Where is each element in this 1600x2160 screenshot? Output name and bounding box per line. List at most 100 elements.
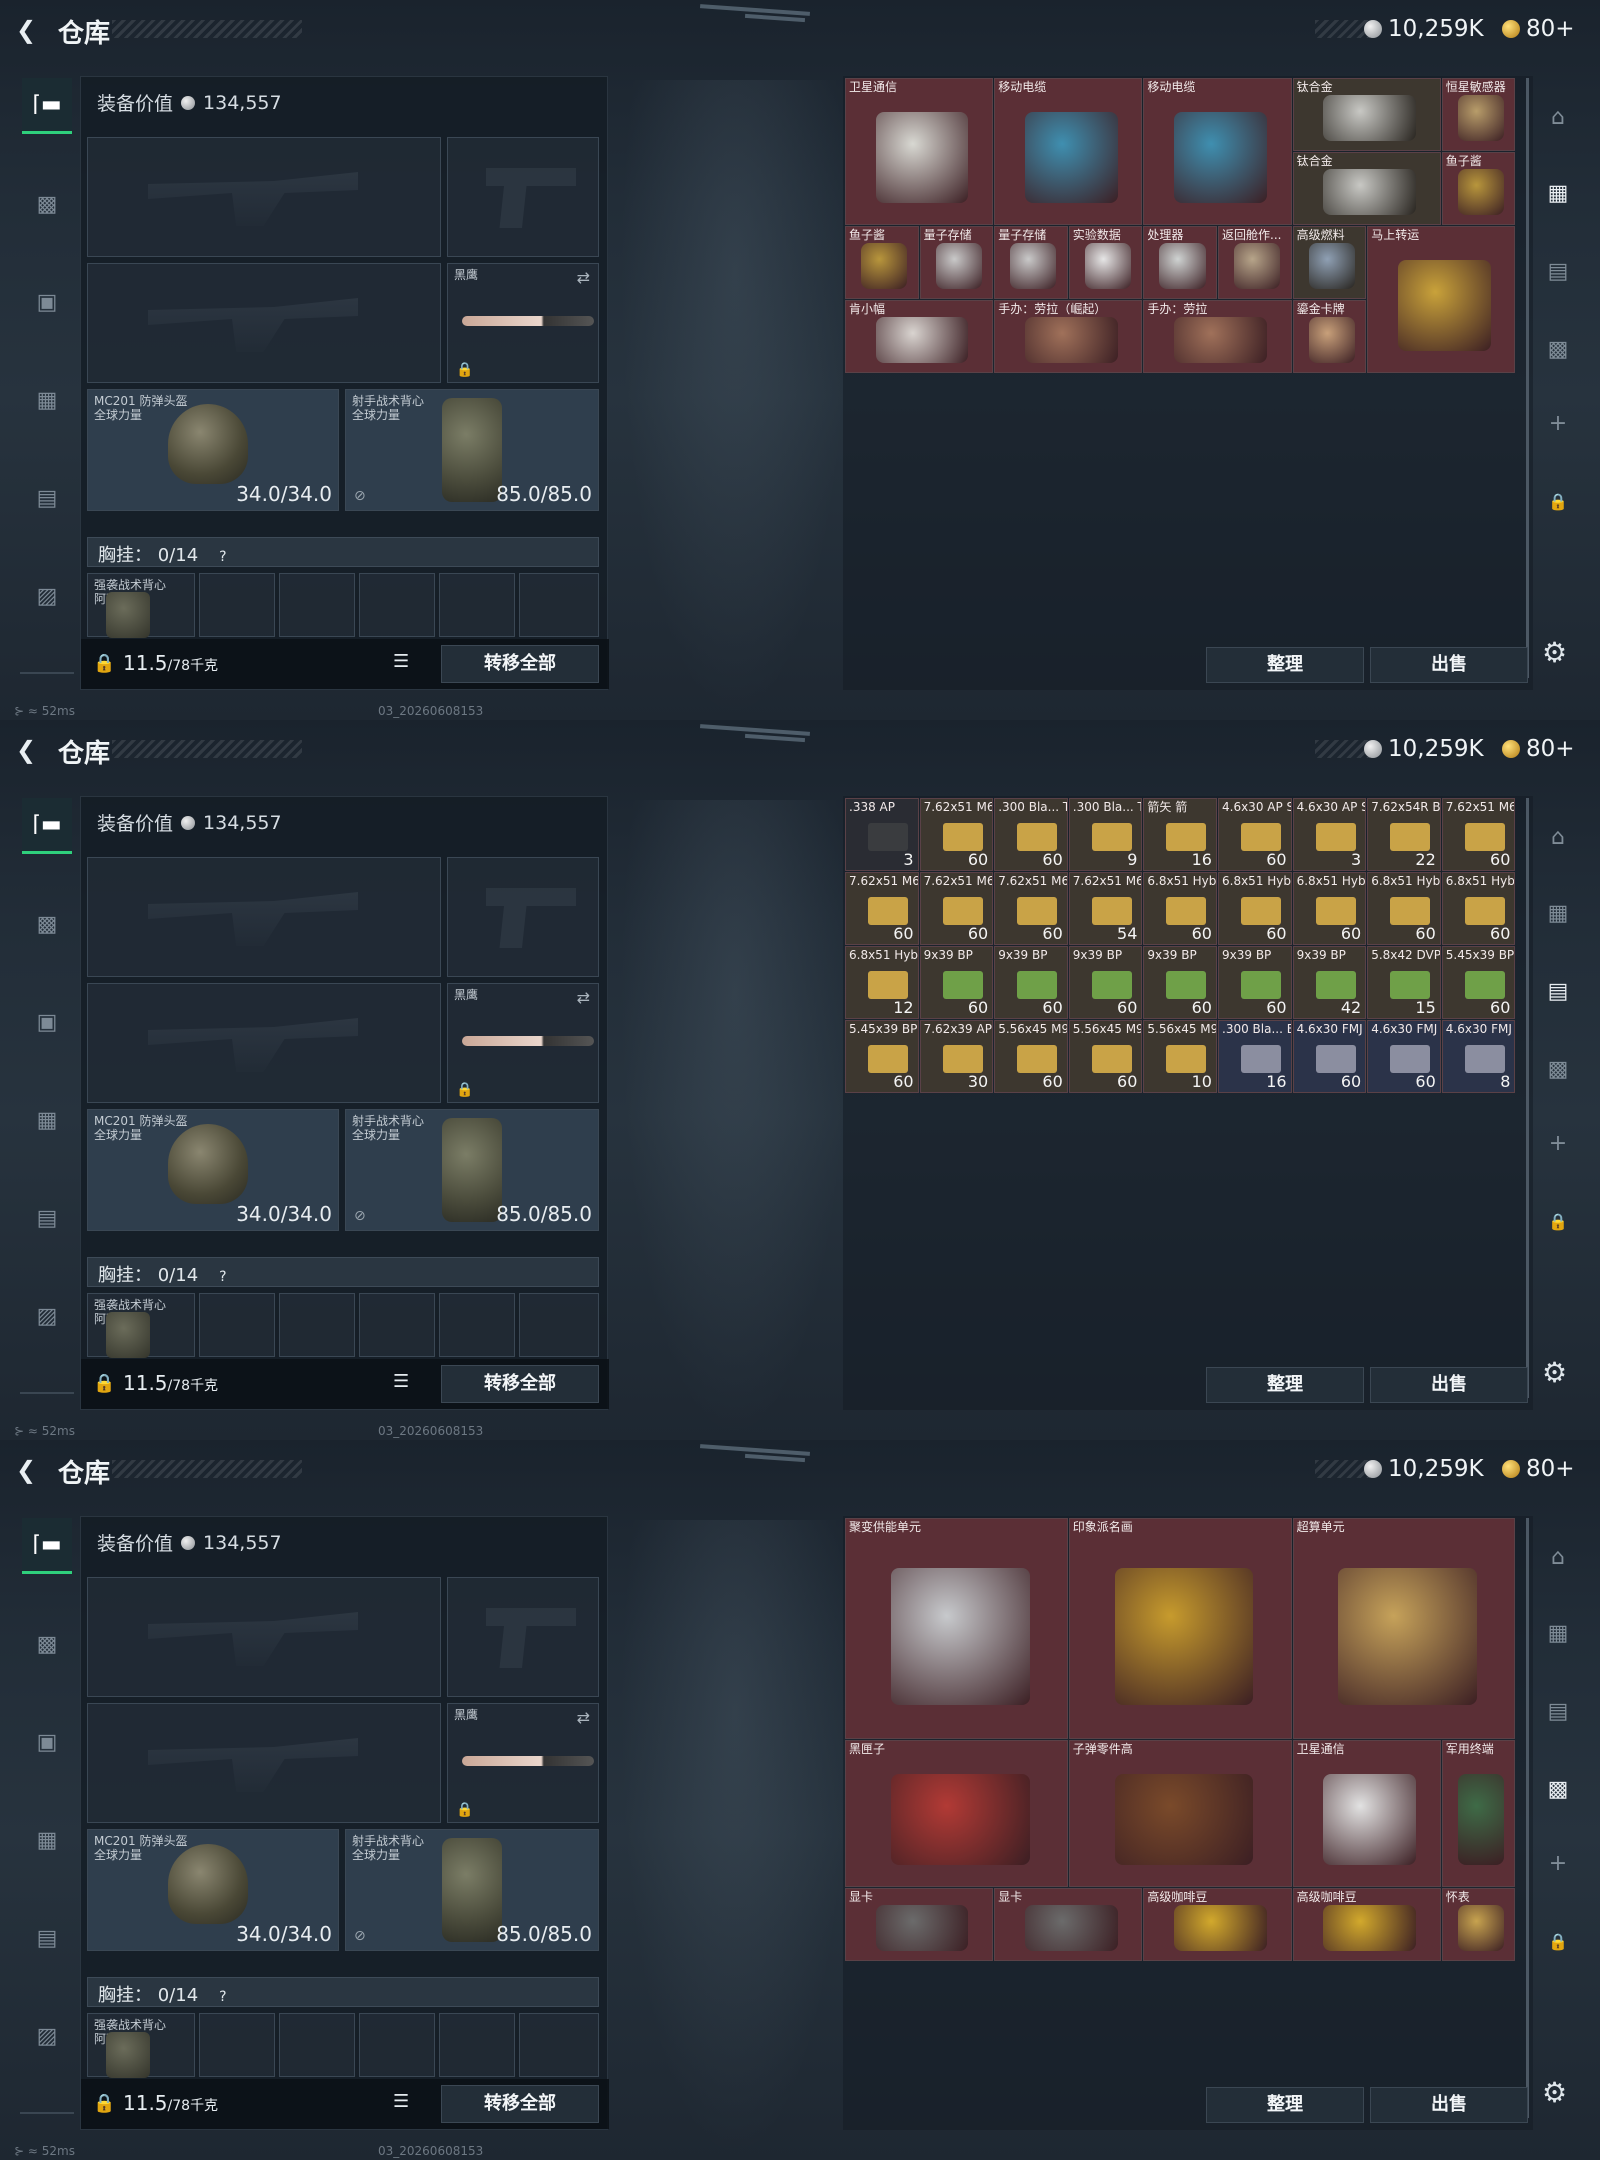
gun-icon[interactable]: ⌈▬ [22,1518,72,1574]
storage-item[interactable]: 马上转运 [1367,226,1516,373]
storage-item[interactable]: 移动电缆 [994,78,1143,225]
rig-empty-slot[interactable] [279,2013,355,2077]
storage-item[interactable]: 高级咖啡豆 [1292,1888,1441,1961]
gear-icon[interactable]: ⚙ [1542,1356,1567,1389]
storage-item[interactable]: 子弹零件高 [1068,1740,1292,1887]
storage-item[interactable]: .300 Bla... TAC-TX 60 [994,798,1068,871]
helmet-slot[interactable]: MC201 防弹头盔 全球力量 34.0/34.0 [87,1829,339,1951]
storage-item[interactable]: 6.8x51 Hybrid 60 [1367,872,1441,945]
storage-item[interactable]: 钛合金 [1292,78,1441,151]
storage-item[interactable]: 4.6x30 AP SX 60 [1218,798,1292,871]
rig-empty-slot[interactable] [359,2013,435,2077]
gear-icon[interactable]: ⚙ [1542,2076,1567,2109]
knife-slot[interactable]: 黑鹰 ⇄ 🔒 [447,263,599,383]
storage-item[interactable]: 钛合金 [1292,152,1441,225]
rig-empty-slot[interactable] [199,573,275,637]
bag-icon[interactable]: ▦ [22,372,72,428]
storage-item[interactable]: 7.62x54R BT 22 [1367,798,1441,871]
storage-item[interactable]: 高级燃料 [1292,226,1367,299]
pistol-slot[interactable] [447,137,599,257]
home-icon[interactable]: ⌂ [1540,820,1576,856]
bag-icon[interactable]: ▦ [22,1092,72,1148]
briefcase-icon[interactable]: ▨ [22,2008,72,2064]
primary-weapon-slot[interactable] [87,1577,441,1697]
storage-item[interactable]: 量子存储 [994,226,1068,299]
rig-empty-slot[interactable] [279,1293,355,1357]
storage-item[interactable]: 7.62x51 M62 60 [845,872,919,945]
sort-button[interactable]: 整理 [1206,647,1364,683]
knife-slot[interactable]: 黑鹰 ⇄ 🔒 [447,1703,599,1823]
padlock-icon[interactable]: 🔒 [93,2093,115,2114]
secondary-weapon-slot[interactable] [87,1703,441,1823]
bag-icon[interactable]: ▦ [22,1812,72,1868]
pistol-slot[interactable] [447,857,599,977]
padlock-icon[interactable]: 🔒 [93,1373,115,1394]
storage-item[interactable]: 7.62x51 M62 60 [1441,798,1516,871]
storage-2-icon[interactable]: ▤ [1540,974,1576,1010]
lock-icon[interactable]: 🔒 [1540,1204,1576,1240]
rig-empty-slot[interactable] [359,1293,435,1357]
help-icon[interactable]: ? [214,1268,232,1286]
storage-4-icon[interactable]: ▩ [1540,332,1576,368]
list-icon[interactable]: ☰ [393,651,409,672]
storage-scrollbar[interactable] [1526,1518,1529,2118]
storage-item[interactable]: 手办：劳拉（崛起） [994,300,1143,373]
rig-empty-slot[interactable] [279,573,355,637]
rig-item-slot[interactable]: 强袭战术背心阿萨拉 [87,573,195,638]
storage-item[interactable]: 鱼子酱 [845,226,919,299]
armor-icon[interactable]: ▩ [22,176,72,232]
chevron-left-icon[interactable]: ❮ [16,1457,42,1483]
storage-item[interactable]: 肯小幅 [845,300,994,373]
rig-empty-slot[interactable] [519,1293,599,1357]
chevron-left-icon[interactable]: ❮ [16,737,42,763]
storage-item[interactable]: 超算单元 [1292,1518,1516,1739]
gun-icon[interactable]: ⌈▬ [22,78,72,134]
home-icon[interactable]: ⌂ [1540,100,1576,136]
storage-item[interactable]: 7.62x51 M62 60 [919,872,994,945]
helmet-slot[interactable]: MC201 防弹头盔 全球力量 34.0/34.0 [87,389,339,511]
rig-empty-slot[interactable] [519,2013,599,2077]
storage-item[interactable]: 军用终端 [1441,1740,1516,1887]
sell-button[interactable]: 出售 [1370,2087,1528,2123]
help-icon[interactable]: ? [214,548,232,566]
rig-empty-slot[interactable] [439,2013,515,2077]
storage-item[interactable]: 5.45x39 BP 60 [1441,946,1516,1019]
storage-item[interactable]: 印象派名画 [1068,1518,1292,1739]
storage-item[interactable]: 4.6x30 AP SX 3 [1292,798,1367,871]
storage-item[interactable]: 怀表 [1441,1888,1516,1961]
lock-icon[interactable]: 🔒 [1540,1924,1576,1960]
add-icon[interactable]: + [1540,1846,1576,1882]
storage-item[interactable]: 9x39 BP 60 [994,946,1068,1019]
help-icon[interactable]: ? [214,1988,232,2006]
storage-item[interactable]: 5.8x42 DVP 15 [1367,946,1441,1019]
primary-weapon-slot[interactable] [87,137,441,257]
storage-item[interactable]: 移动电缆 [1143,78,1292,225]
knife-slot[interactable]: 黑鹰 ⇄ 🔒 [447,983,599,1103]
storage-item[interactable]: 6.8x51 Hybrid 60 [1218,872,1292,945]
storage-item[interactable]: 5.56x45 M995 10 [1143,1020,1217,1093]
case-icon[interactable]: ▤ [22,1190,72,1246]
list-icon[interactable]: ☰ [393,2091,409,2112]
storage-1-icon[interactable]: ▦ [1540,896,1576,932]
storage-1-icon[interactable]: ▦ [1540,1616,1576,1652]
storage-item[interactable]: 4.6x30 FMJ SX 8 [1441,1020,1516,1093]
briefcase-icon[interactable]: ▨ [22,1288,72,1344]
storage-item[interactable]: 9x39 BP 60 [919,946,994,1019]
storage-item[interactable]: 5.56x45 M995 60 [1068,1020,1143,1093]
sort-button[interactable]: 整理 [1206,2087,1364,2123]
storage-item[interactable]: 6.8x51 Hybrid 12 [845,946,919,1019]
transfer-all-button[interactable]: 转移全部 [441,2085,599,2123]
lock-icon[interactable]: 🔒 [1540,484,1576,520]
backpack-icon[interactable]: ▣ [22,274,72,330]
rig-empty-slot[interactable] [199,2013,275,2077]
storage-item[interactable]: 鎏金卡牌 [1292,300,1367,373]
add-icon[interactable]: + [1540,406,1576,442]
padlock-icon[interactable]: 🔒 [93,653,115,674]
storage-4-icon[interactable]: ▩ [1540,1052,1576,1088]
storage-item[interactable]: 鱼子酱 [1441,152,1516,225]
storage-item[interactable]: 处理器 [1143,226,1217,299]
transfer-all-button[interactable]: 转移全部 [441,1365,599,1403]
backpack-icon[interactable]: ▣ [22,994,72,1050]
storage-item[interactable]: 返回舱作... [1218,226,1292,299]
vest-slot[interactable]: 射手战术背心 全球力量 ⊘ 85.0/85.0 [345,389,599,511]
